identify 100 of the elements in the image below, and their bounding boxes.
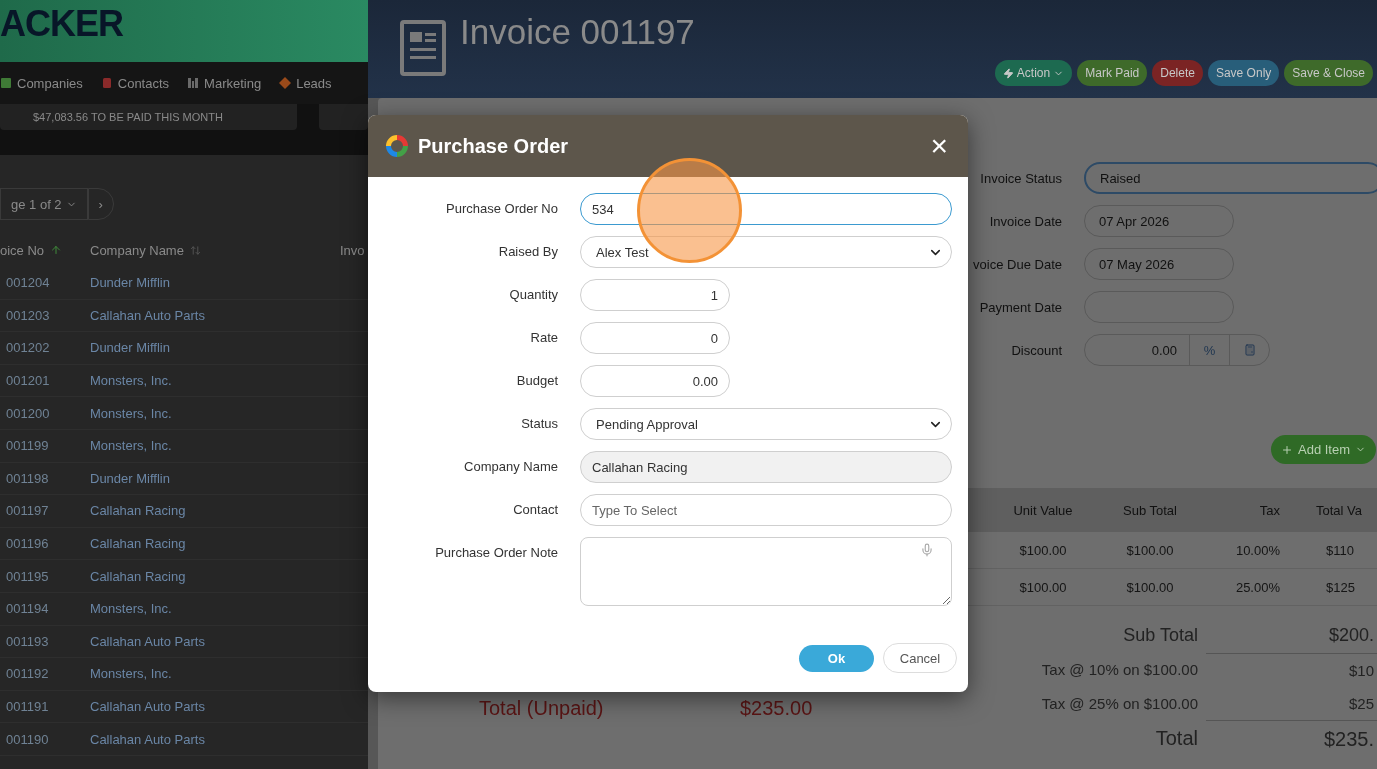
table-cell: Monsters, Inc. xyxy=(90,666,172,682)
document-icon xyxy=(400,20,446,76)
table-cell-text: $100.00 xyxy=(1018,542,1068,558)
action-button[interactable]: Delete xyxy=(1152,60,1203,86)
table-cell: Callahan Auto Parts xyxy=(90,699,205,714)
table-cell-text: $100.00 xyxy=(1018,579,1068,595)
total-label: Tax @ 25% on $100.00 xyxy=(1040,694,1199,714)
select-field[interactable]: Alex Test xyxy=(580,236,952,268)
table-cell-text: 001193 xyxy=(5,633,50,649)
table-cell: Dunder Mifflin xyxy=(90,275,170,291)
total-label: Tax @ 10% on $100.00 xyxy=(1040,660,1199,680)
input-field[interactable]: 0.00 xyxy=(580,365,730,397)
field-label: Contact xyxy=(513,501,558,519)
table-cell: Callahan Racing xyxy=(90,503,186,519)
nav-link[interactable]: Companies xyxy=(0,75,83,91)
field-label: Raised By xyxy=(498,243,558,261)
total-value: $10 xyxy=(1206,653,1377,687)
total-label: Total xyxy=(1154,726,1199,751)
field-label: Purchase Order No xyxy=(446,200,558,218)
input-field[interactable]: 1 xyxy=(580,279,730,311)
column-header[interactable]: Company Name xyxy=(90,242,184,258)
column-header[interactable]: oice No xyxy=(0,242,45,258)
sort-ascending-icon xyxy=(50,244,63,256)
cancel-button[interactable]: Cancel xyxy=(883,643,957,673)
table-cell-text: 001195 xyxy=(5,568,50,584)
table-cell-text: 001197 xyxy=(5,503,50,519)
table-cell-text: 001191 xyxy=(5,699,50,714)
table-cell-text: 001199 xyxy=(5,438,50,454)
column-header: Tax xyxy=(1258,502,1280,518)
total-value: $235. xyxy=(1206,720,1377,757)
dialog-title: Purchase Order xyxy=(418,134,569,158)
field-label: Invoice Status xyxy=(980,170,1062,186)
field-label: Company Name xyxy=(464,458,558,476)
table-cell: Callahan Auto Parts xyxy=(90,633,205,649)
page-title: Invoice 001197 xyxy=(460,12,695,53)
lightning-icon xyxy=(1002,67,1014,79)
logo-text: ACKER xyxy=(0,6,123,42)
field-label: Status xyxy=(521,415,558,433)
action-button[interactable]: Mark Paid xyxy=(1077,60,1148,86)
input-field[interactable]: Type To Select xyxy=(580,494,952,526)
table-cell-text: 001194 xyxy=(5,601,50,617)
field-label: Rate xyxy=(530,329,558,347)
nav-link[interactable]: Contacts xyxy=(100,75,170,91)
column-header: Total Va xyxy=(1315,502,1363,518)
column-header: Unit Value xyxy=(1012,502,1074,518)
summary-card xyxy=(319,104,368,130)
table-cell: Callahan Auto Parts xyxy=(90,307,205,323)
table-cell-text: 10.00% xyxy=(1234,542,1280,558)
table-cell: Monsters, Inc. xyxy=(90,438,172,454)
table-cell-text: 001200 xyxy=(5,405,51,421)
table-cell: Callahan Racing xyxy=(90,568,186,584)
microphone-icon xyxy=(920,543,934,557)
table-cell: Dunder Mifflin xyxy=(90,340,170,356)
action-button[interactable]: Action xyxy=(994,60,1073,86)
column-header: Sub Total xyxy=(1122,502,1178,518)
table-cell-text: 001196 xyxy=(5,536,50,552)
field-label: Discount xyxy=(1011,342,1062,358)
table-cell: Dunder Mifflin xyxy=(90,470,170,486)
table-cell-text: $100.00 xyxy=(1125,579,1175,595)
input-field[interactable]: 0 xyxy=(580,322,730,354)
field-label: Payment Date xyxy=(979,299,1062,315)
table-cell: Callahan Racing xyxy=(90,536,186,552)
table-cell-text: $110 xyxy=(1325,542,1355,558)
nav-link[interactable]: Leads xyxy=(279,75,332,91)
page-select[interactable]: ge 1 of 2 xyxy=(0,188,88,220)
note-field[interactable] xyxy=(580,537,952,606)
total-value: $25 xyxy=(1347,694,1375,714)
table-cell-text: $100.00 xyxy=(1125,542,1175,558)
table-cell-text: 001190 xyxy=(5,731,50,747)
input-field[interactable]: 534 xyxy=(580,193,952,225)
table-cell-text: $125 xyxy=(1325,579,1356,595)
calculator-icon xyxy=(1243,344,1256,356)
select-field[interactable]: Pending Approval xyxy=(580,408,952,440)
ok-button[interactable]: Ok xyxy=(799,644,874,672)
total-label: Sub Total xyxy=(1122,624,1199,647)
table-cell: Monsters, Inc. xyxy=(90,405,172,421)
unpaid-amount: $235.00 xyxy=(740,696,813,720)
close-button[interactable]: × xyxy=(926,133,952,159)
column-header[interactable]: Invo xyxy=(340,242,365,258)
table-cell-text: 001204 xyxy=(5,275,51,291)
table-cell-text: 001192 xyxy=(5,666,50,682)
table-cell-text: 001198 xyxy=(5,470,50,486)
action-button[interactable]: Save & Close xyxy=(1284,60,1373,86)
field-label: Budget xyxy=(516,372,558,390)
field-label: voice Due Date xyxy=(973,256,1062,272)
sort-icon xyxy=(189,244,201,256)
logo-icon xyxy=(384,133,410,159)
table-cell-text: 001201 xyxy=(5,373,51,389)
table-cell: Monsters, Inc. xyxy=(90,601,172,617)
summary-text: $47,083.56 TO BE PAID THIS MONTH xyxy=(32,111,223,123)
table-cell: Monsters, Inc. xyxy=(90,373,172,389)
nav-link[interactable]: Marketing xyxy=(187,75,262,91)
add-item-button[interactable]: Add Item xyxy=(1271,435,1376,464)
field-label: Quantity xyxy=(509,286,558,304)
field-label: Invoice Date xyxy=(989,213,1062,229)
total-value: $200. xyxy=(1327,624,1375,647)
action-button[interactable]: Save Only xyxy=(1207,60,1280,86)
field-label: Purchase Order Note xyxy=(435,544,558,562)
table-cell-text: 25.00% xyxy=(1234,579,1280,595)
status-select[interactable]: Raised xyxy=(1084,162,1377,194)
